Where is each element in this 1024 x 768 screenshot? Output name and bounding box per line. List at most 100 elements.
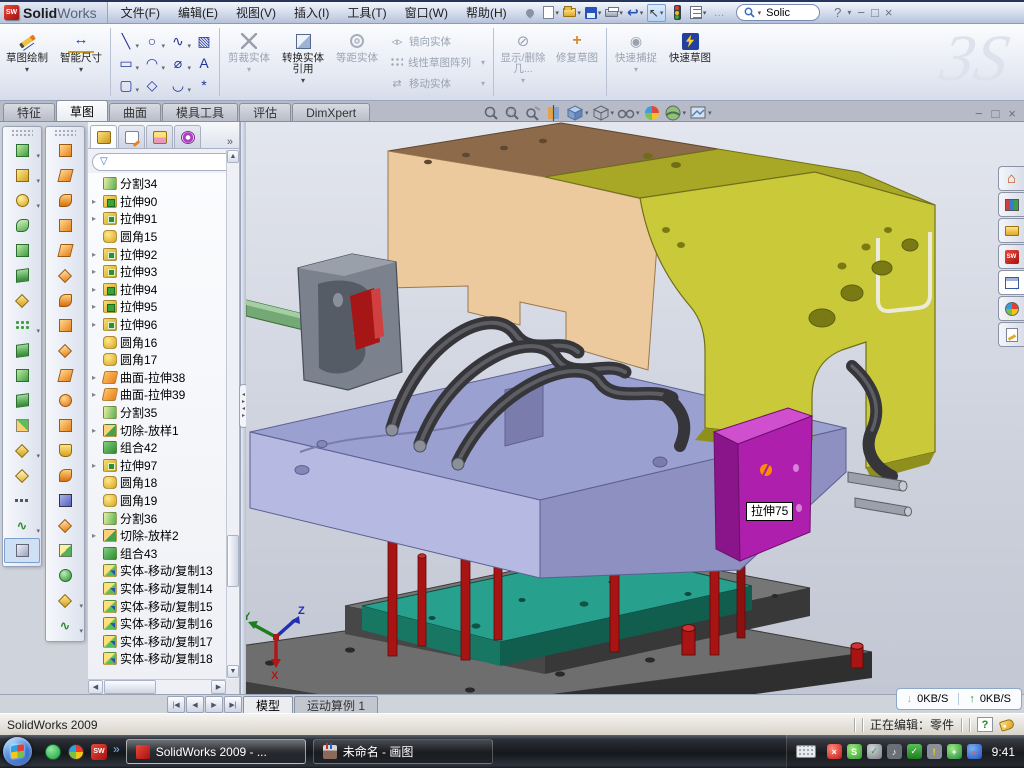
restore-button[interactable]: □: [871, 5, 879, 20]
hide-show-items-icon[interactable]: ▾: [617, 104, 640, 122]
save-button[interactable]: ▾: [584, 4, 603, 22]
search-input[interactable]: [764, 6, 812, 20]
surface-tool-button[interactable]: [47, 438, 83, 463]
configuration-manager-tab[interactable]: [146, 125, 173, 148]
tree-item[interactable]: ▸ 切除-放样2: [91, 527, 239, 545]
surface-tool-button[interactable]: [47, 463, 83, 488]
feature-tool-button[interactable]: [4, 388, 40, 413]
ribbon-tab[interactable]: 评估: [239, 103, 291, 121]
model-tab[interactable]: 模型: [243, 696, 293, 713]
sketch-entity-button[interactable]: A: [191, 52, 217, 74]
tree-item[interactable]: ▸ 实体-移动/复制15: [91, 597, 239, 615]
rapid-sketch-button[interactable]: 快速草图: [663, 24, 717, 100]
tags-icon[interactable]: [999, 718, 1015, 732]
toolbar-overflow[interactable]: …: [710, 4, 729, 22]
edit-appearance-icon[interactable]: [643, 104, 661, 122]
surface-tool-button[interactable]: [47, 163, 83, 188]
rebuild-button[interactable]: [668, 4, 687, 22]
surface-tool-button[interactable]: [47, 138, 83, 163]
panel-chevron-icon[interactable]: »: [223, 136, 237, 148]
expand-arrow-icon[interactable]: ▸: [92, 302, 100, 311]
tray-icon[interactable]: ×: [827, 744, 842, 759]
feature-tool-button[interactable]: [4, 288, 40, 313]
doc-close-button[interactable]: ×: [1008, 106, 1016, 121]
tree-filter-box[interactable]: ▽: [92, 153, 235, 171]
tree-item[interactable]: ▸ 拉伸92: [91, 245, 239, 263]
sketch-entity-button[interactable]: ▢: [113, 74, 139, 96]
search-box[interactable]: ▾: [736, 4, 821, 21]
tree-item[interactable]: ▸ 拉伸94: [91, 281, 239, 299]
surface-tool-button[interactable]: [47, 538, 83, 563]
select-tool-button[interactable]: ↖▾: [647, 4, 666, 22]
apply-scene-icon[interactable]: ▾: [664, 104, 687, 122]
quick-snaps-button[interactable]: ◉ 快速捕捉▾: [609, 24, 663, 100]
view-palette-tab[interactable]: [998, 270, 1024, 295]
undo-button[interactable]: ↩▾: [626, 4, 645, 22]
mirror-entities-button[interactable]: ◃▹ 镜向实体: [390, 32, 485, 51]
tree-item[interactable]: ▸ 组合42: [91, 439, 239, 457]
tree-item[interactable]: ▸ 拉伸90: [91, 193, 239, 211]
ribbon-tab[interactable]: 模具工具: [162, 103, 238, 121]
tree-item[interactable]: ▸ 分割34: [91, 175, 239, 193]
appearances-tab[interactable]: [998, 296, 1024, 321]
toolbar-grip[interactable]: [11, 129, 33, 136]
menu-item[interactable]: 插入(I): [285, 3, 338, 22]
design-library-tab[interactable]: [998, 192, 1024, 217]
surface-tool-button[interactable]: [47, 488, 83, 513]
quick-tips-icon[interactable]: ?: [977, 717, 993, 732]
messenger-icon[interactable]: [45, 744, 61, 760]
tab-next-button[interactable]: ▶: [205, 696, 223, 713]
tree-item[interactable]: ▸ 曲面-拉伸39: [91, 386, 239, 404]
tree-item[interactable]: ▸ 分割36: [91, 509, 239, 527]
expand-arrow-icon[interactable]: ▸: [92, 426, 100, 435]
tray-icon[interactable]: ✓: [867, 744, 882, 759]
tree-item[interactable]: ▸ 拉伸97: [91, 457, 239, 475]
help-dropdown[interactable]: ▾: [847, 8, 851, 17]
feature-tool-button[interactable]: [4, 463, 40, 488]
dimxpert-manager-tab[interactable]: [174, 125, 201, 148]
feature-tool-button[interactable]: ∿: [4, 513, 40, 538]
sketch-entity-button[interactable]: ○: [139, 30, 165, 52]
feature-tool-button[interactable]: [4, 313, 40, 338]
tree-item[interactable]: ▸ 圆角19: [91, 492, 239, 510]
feature-tool-button[interactable]: [4, 138, 40, 163]
tray-icon[interactable]: +: [947, 744, 962, 759]
feature-tool-button[interactable]: [4, 363, 40, 388]
ribbon-tab[interactable]: DimXpert: [292, 103, 370, 121]
new-file-button[interactable]: ▾: [542, 4, 561, 22]
cavity-insert-gray[interactable]: [246, 254, 402, 390]
expand-arrow-icon[interactable]: ▸: [92, 214, 100, 223]
feature-tool-button[interactable]: [4, 238, 40, 263]
toolbar-grip[interactable]: [54, 129, 76, 136]
surface-tool-button[interactable]: [47, 363, 83, 388]
file-explorer-tab[interactable]: [998, 218, 1024, 243]
graphics-area[interactable]: Y Z X 拉伸75 ⌂ SW: [246, 122, 1024, 694]
expand-arrow-icon[interactable]: ▸: [92, 250, 100, 259]
tray-icon[interactable]: ✓: [907, 744, 922, 759]
surface-tool-button[interactable]: [47, 188, 83, 213]
tray-icon[interactable]: S: [847, 744, 862, 759]
tree-item[interactable]: ▸ 拉伸95: [91, 298, 239, 316]
ribbon-tab[interactable]: 特征: [3, 103, 55, 121]
expand-arrow-icon[interactable]: ▸: [92, 197, 100, 206]
tree-item[interactable]: ▸ 拉伸96: [91, 316, 239, 334]
scroll-up-icon[interactable]: ▲: [227, 150, 239, 163]
menu-item[interactable]: 文件(F): [112, 3, 169, 22]
tray-icon[interactable]: !: [927, 744, 942, 759]
zoom-to-fit-icon[interactable]: [482, 104, 500, 122]
tree-item[interactable]: ▸ 圆角18: [91, 474, 239, 492]
feature-tool-button[interactable]: [4, 213, 40, 238]
menu-item[interactable]: 编辑(E): [169, 3, 227, 22]
options-button[interactable]: ▾: [689, 4, 708, 22]
sketch-entity-button[interactable]: ◠: [139, 52, 165, 74]
convert-entities-button[interactable]: 转换实体引用▾: [276, 24, 330, 100]
surface-tool-button[interactable]: [47, 338, 83, 363]
menu-item[interactable]: 帮助(H): [457, 3, 516, 22]
zoom-window-icon[interactable]: [524, 104, 542, 122]
doc-restore-button[interactable]: □: [992, 106, 1000, 121]
expand-arrow-icon[interactable]: ▸: [92, 531, 100, 540]
feature-tool-button[interactable]: [4, 338, 40, 363]
solidworks-store-tab[interactable]: SW: [998, 244, 1024, 269]
smart-dimension-button[interactable]: ↔ 智能尺寸▾: [54, 24, 108, 100]
repair-sketch-button[interactable]: + 修复草图: [550, 24, 604, 100]
